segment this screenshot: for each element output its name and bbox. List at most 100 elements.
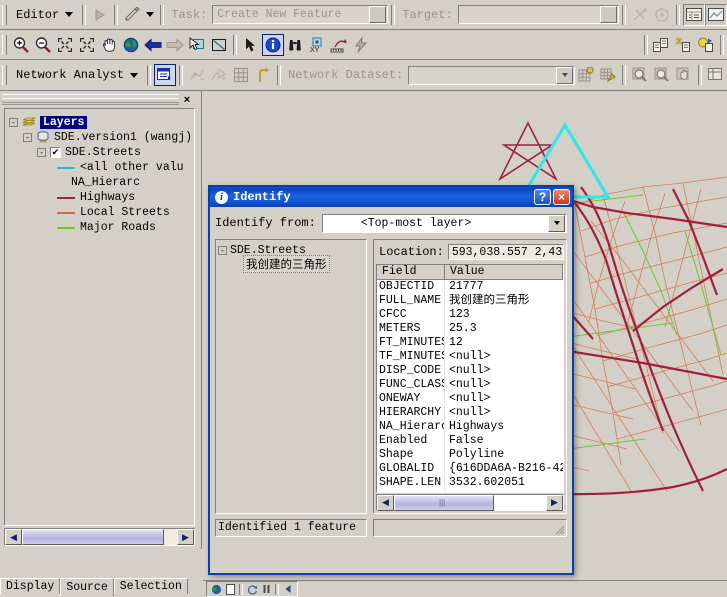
scrollbar-thumb[interactable]: ||| [394,494,494,511]
attribute-grid[interactable]: Field Value OBJECTID 21777 FULL_NAME 我创建的三角… [376,264,564,493]
chevron-down-icon[interactable] [369,6,387,23]
attribute-row[interactable]: NA_Hierarc Highways [377,420,563,434]
toolbar-grip[interactable] [2,65,7,85]
page-icon[interactable] [223,583,237,595]
zoom-in-icon[interactable] [10,34,32,56]
tab-source[interactable]: Source [60,578,114,596]
table-window-icon[interactable] [705,64,727,86]
back-arrow-icon[interactable] [281,583,295,595]
location-field[interactable]: 593,038.557 2,432 [447,244,564,260]
attribute-row[interactable]: FT_MINUTES 12 [377,336,563,350]
attribute-row[interactable]: HIERARCHY <null> [377,406,563,420]
attribute-row[interactable]: CFCC 123 [377,308,563,322]
identify-dialog[interactable]: i Identify ? × Identify from: <Top-most … [208,185,574,575]
toc-symbol-local-streets[interactable]: Local Streets [9,205,192,220]
attribute-row[interactable]: SHAPE.LEN 3532.602051 [377,476,563,490]
attribute-row[interactable]: FULL_NAME 我创建的三角形 [377,294,563,308]
identify-tree-node-feature[interactable]: 我创建的三角形 [218,255,364,273]
scroll-right-icon[interactable]: ▶ [546,494,563,511]
symbol-swatch-local-streets[interactable] [57,211,75,214]
fixed-zoom-out-icon[interactable] [76,34,98,56]
toc-symbol-major-roads[interactable]: Major Roads [9,220,192,235]
next-extent-icon[interactable] [164,34,186,56]
toolbar-grip[interactable] [2,34,7,55]
scrollbar-thumb[interactable] [22,529,164,545]
zoom-in-network-icon[interactable] [629,64,651,86]
measure-icon[interactable] [328,34,350,56]
help-button[interactable]: ? [534,189,551,205]
select-features-icon[interactable] [186,34,208,56]
refresh-icon[interactable] [245,583,259,595]
sketch-tool-pencil-icon[interactable] [121,4,143,26]
toc-horizontal-scrollbar[interactable]: ◀ ▶ [4,528,195,546]
toc-drag-grip[interactable] [2,94,182,105]
rotate-tool-icon[interactable] [651,4,673,26]
tab-display[interactable]: Display [0,578,61,594]
close-icon[interactable]: × [179,92,195,108]
target-combo[interactable] [457,5,619,24]
select-network-location-icon[interactable] [208,64,230,86]
chevron-down-icon[interactable] [600,6,617,23]
sketch-properties-icon[interactable] [705,3,727,26]
fixed-zoom-in-icon[interactable] [54,34,76,56]
toolbar-grip[interactable] [2,4,7,25]
clear-selection-icon[interactable] [208,34,230,56]
attribute-row[interactable]: Enabled False [377,434,563,448]
hyperlink-lightning-icon[interactable] [350,34,372,56]
identify-dialog-titlebar[interactable]: i Identify ? × [210,187,572,207]
expander-icon[interactable]: - [9,118,18,127]
symbol-swatch-highways[interactable] [57,196,75,199]
chevron-down-icon[interactable] [556,66,573,84]
identify-from-combo[interactable]: <Top-most layer> [321,213,567,233]
close-icon[interactable]: × [553,189,570,205]
scroll-left-icon[interactable]: ◀ [377,494,394,511]
create-network-location-icon[interactable] [186,64,208,86]
toc-tree-container[interactable]: - Layers - SDE.version1 (wangj) - ✔ SDE.… [4,108,195,526]
layer-visibility-checkbox[interactable]: ✔ [50,147,61,158]
attribute-row[interactable]: DISP_CODE <null> [377,364,563,378]
scroll-left-icon[interactable]: ◀ [5,529,22,545]
attribute-row[interactable]: ONEWAY <null> [377,392,563,406]
network-dataset-combo[interactable] [408,65,575,85]
column-header-field[interactable]: Field [377,265,445,280]
build-network-icon[interactable] [230,64,252,86]
expander-icon[interactable]: - [23,133,32,142]
toc-symbol-all-other-values[interactable]: <all other valu [9,160,192,175]
editor-menu-button[interactable]: Editor [10,5,79,25]
attribute-row[interactable]: FUNC_CLASS <null> [377,378,563,392]
toc-node-sde-streets[interactable]: - ✔ SDE.Streets [9,145,192,160]
zoom-out-network-icon[interactable] [651,64,673,86]
attribute-row[interactable]: TF_MINUTES <null> [377,350,563,364]
column-header-value[interactable]: Value [445,265,563,280]
attribute-row[interactable]: OBJECTID 21777 [377,280,563,294]
resize-grip-icon[interactable] [553,523,565,535]
select-elements-arrow-icon[interactable] [240,34,262,56]
task-combo[interactable]: Create New Feature [212,5,389,24]
expander-icon[interactable]: - [218,245,227,255]
pause-icon[interactable] [259,583,273,595]
edit-tool-arrow-icon[interactable] [89,4,111,26]
paste-features-icon[interactable] [673,34,695,56]
pan-hand-icon[interactable] [98,34,120,56]
solve-icon[interactable] [575,64,597,86]
directions-icon[interactable] [252,64,274,86]
attribute-row[interactable]: Shape Polyline [377,448,563,462]
attribute-grid-hscrollbar[interactable]: ◀ ||| ▶ [376,494,564,511]
symbol-swatch-major-roads[interactable] [57,226,75,229]
sketch-tool-dropdown-icon[interactable] [143,4,157,26]
full-extent-globe-icon[interactable] [120,34,142,56]
scroll-right-icon[interactable]: ▶ [177,529,194,545]
attribute-row[interactable]: METERS 25.3 [377,322,563,336]
pan-network-icon[interactable] [673,64,695,86]
toc-symbol-highways[interactable]: Highways [9,190,192,205]
attributes-icon[interactable] [683,3,705,26]
previous-extent-icon[interactable] [142,34,164,56]
go-to-xy-icon[interactable]: XY [306,34,328,56]
network-analyst-window-icon[interactable] [154,64,177,86]
toc-node-datasource[interactable]: - SDE.version1 (wangj) [9,130,192,145]
expander-icon[interactable]: - [37,148,46,157]
find-binoculars-icon[interactable] [284,34,306,56]
attribute-row[interactable]: GLOBALID {616DDA6A-B216-428C- [377,462,563,476]
split-tool-icon[interactable] [629,4,651,26]
symbol-swatch-all-other[interactable] [57,166,75,169]
